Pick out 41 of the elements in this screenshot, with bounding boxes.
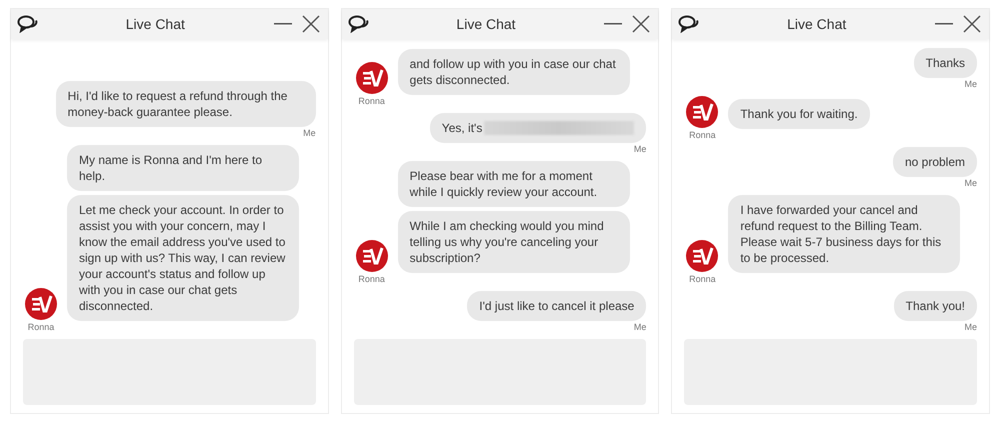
window-title: Live Chat <box>786 16 848 32</box>
chat-icon <box>678 15 700 33</box>
message-text: I'd just like to cancel it please <box>479 298 634 314</box>
sender-label: Me <box>634 144 646 155</box>
message-text: Hi, I'd like to request a refund through the money-back guarantee please. <box>68 88 288 120</box>
agent-name: Ronna <box>689 274 716 285</box>
sender-label: Me <box>964 79 978 90</box>
sender-label: Me <box>964 178 978 189</box>
minimize-icon[interactable] <box>604 22 622 26</box>
chat-icon <box>348 15 370 33</box>
minimize-icon[interactable] <box>935 22 954 26</box>
close-icon[interactable] <box>302 15 320 33</box>
message-text: While I am checking would you mind telling us why you're canceling your subscription? <box>410 218 605 266</box>
message-text: Yes, it's <box>442 120 482 136</box>
window-title: Live Chat <box>124 16 186 32</box>
agent-name: Ronna <box>28 322 54 333</box>
message-text: Thanks <box>926 55 966 71</box>
message-text: and follow up with you in case our chat gets disconnected. <box>410 56 617 88</box>
logo-icon <box>686 240 718 272</box>
message-text: no problem <box>904 154 966 170</box>
agent-name: Ronna <box>358 96 385 107</box>
close-icon[interactable] <box>963 15 982 33</box>
message-text: My name is Ronna and I'm here to help. <box>79 152 264 184</box>
logo-icon <box>686 96 718 128</box>
sender-label: Me <box>964 322 978 333</box>
logo-icon <box>356 240 388 272</box>
chat-icon <box>17 15 39 33</box>
message-text: Let me check your account. In order to assist you with your concern, may I know the email address you've used to sign up with us? This way, I can review your account's status and follow up with you in case our chat gets disconnected. <box>79 202 286 314</box>
message-text: I have forwarded your cancel and refund request to the Billing Team. Please wait 5-7 business days for this to be processed. <box>740 202 942 266</box>
message-text: Please bear with me for a moment while I quickly review your account. <box>410 168 598 200</box>
window-title: Live Chat <box>455 16 517 32</box>
logo-icon <box>25 288 57 320</box>
agent-name: Ronna <box>689 130 716 141</box>
message-text: Thank you! <box>906 298 966 314</box>
sender-label: Me <box>634 322 646 333</box>
minimize-icon[interactable] <box>274 22 292 26</box>
logo-icon <box>356 62 388 94</box>
message-text: Thank you for waiting. <box>740 106 858 122</box>
agent-name: Ronna <box>358 274 385 285</box>
sender-label: Me <box>303 128 316 139</box>
close-icon[interactable] <box>632 15 650 33</box>
